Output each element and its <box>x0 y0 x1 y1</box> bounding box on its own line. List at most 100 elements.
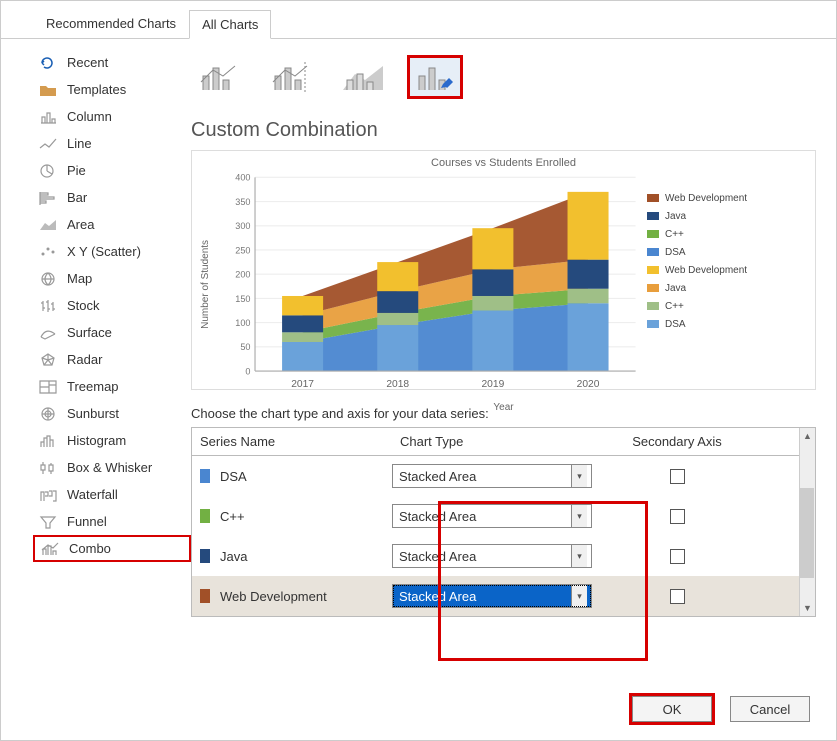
insert-chart-dialog: Recommended Charts All Charts Recent Tem… <box>0 0 837 741</box>
col-secondary-axis: Secondary Axis <box>612 428 742 455</box>
sidebar-item-bar[interactable]: Bar <box>33 184 191 211</box>
sidebar-item-label: Radar <box>67 352 102 367</box>
chevron-down-icon: ▾ <box>571 585 587 607</box>
combo-subtype-2[interactable] <box>263 55 319 99</box>
chart-type-value: Stacked Area <box>399 509 476 524</box>
column-icon <box>39 110 57 124</box>
sidebar-item-radar[interactable]: Radar <box>33 346 191 373</box>
chart-type-dropdown[interactable]: Stacked Area▾ <box>392 464 592 488</box>
folder-icon <box>39 83 57 97</box>
funnel-icon <box>39 515 57 529</box>
chart-plot: 0501001502002503003504002017201820192020 <box>214 169 647 400</box>
line-icon <box>39 137 57 151</box>
treemap-icon <box>39 380 57 394</box>
sidebar-item-label: Histogram <box>67 433 126 448</box>
sidebar-item-pie[interactable]: Pie <box>33 157 191 184</box>
sidebar-item-column[interactable]: Column <box>33 103 191 130</box>
secondary-axis-checkbox[interactable] <box>670 509 685 524</box>
sidebar-item-recent[interactable]: Recent <box>33 49 191 76</box>
chart-legend: Web DevelopmentJavaC++DSAWeb Development… <box>647 169 807 400</box>
grid-scrollbar[interactable]: ▲ ▼ <box>799 428 815 616</box>
tab-all-charts[interactable]: All Charts <box>189 10 271 39</box>
sidebar-item-templates[interactable]: Templates <box>33 76 191 103</box>
sidebar-item-waterfall[interactable]: Waterfall <box>33 481 191 508</box>
ok-button[interactable]: OK <box>632 696 712 722</box>
chart-type-value: Stacked Area <box>399 549 476 564</box>
svg-text:150: 150 <box>235 294 250 304</box>
svg-text:50: 50 <box>240 342 250 352</box>
subtype-heading: Custom Combination <box>191 119 816 142</box>
box-whisker-icon <box>39 461 57 475</box>
combo-subtype-row <box>191 49 816 107</box>
combo-icon <box>41 542 59 556</box>
sidebar-item-sunburst[interactable]: Sunburst <box>33 400 191 427</box>
sidebar-item-label: Box & Whisker <box>67 460 152 475</box>
pie-icon <box>39 164 57 178</box>
sidebar-item-label: Waterfall <box>67 487 118 502</box>
series-grid: Series Name Chart Type Secondary Axis DS… <box>191 427 816 617</box>
sidebar-item-scatter[interactable]: X Y (Scatter) <box>33 238 191 265</box>
svg-text:2020: 2020 <box>577 379 600 390</box>
chart-title: Courses vs Students Enrolled <box>200 157 807 169</box>
sidebar-item-map[interactable]: Map <box>33 265 191 292</box>
sidebar-item-label: Column <box>67 109 112 124</box>
scroll-thumb[interactable] <box>800 488 814 578</box>
sidebar-item-label: Recent <box>67 55 108 70</box>
recent-icon <box>39 56 57 70</box>
series-color-swatch <box>200 589 210 603</box>
waterfall-icon <box>39 488 57 502</box>
sidebar-item-surface[interactable]: Surface <box>33 319 191 346</box>
series-color-swatch <box>200 549 210 563</box>
chevron-down-icon: ▾ <box>571 465 587 487</box>
chart-category-sidebar: Recent Templates Column Line Pie Bar <box>1 39 191 669</box>
cancel-button[interactable]: Cancel <box>730 696 810 722</box>
series-row[interactable]: JavaStacked Area▾ <box>192 536 815 576</box>
sidebar-item-boxwhisker[interactable]: Box & Whisker <box>33 454 191 481</box>
sidebar-item-label: Surface <box>67 325 112 340</box>
series-row[interactable]: DSAStacked Area▾ <box>192 456 815 496</box>
sidebar-item-funnel[interactable]: Funnel <box>33 508 191 535</box>
series-instructions: Choose the chart type and axis for your … <box>191 406 816 421</box>
sidebar-item-label: Area <box>67 217 94 232</box>
svg-text:200: 200 <box>235 270 250 280</box>
sidebar-item-treemap[interactable]: Treemap <box>33 373 191 400</box>
sidebar-item-label: Pie <box>67 163 86 178</box>
secondary-axis-checkbox[interactable] <box>670 469 685 484</box>
sidebar-item-label: Treemap <box>67 379 119 394</box>
combo-subtype-1[interactable] <box>191 55 247 99</box>
sidebar-item-area[interactable]: Area <box>33 211 191 238</box>
series-color-swatch <box>200 509 210 523</box>
col-series-name: Series Name <box>192 428 392 455</box>
chart-preview: Courses vs Students Enrolled Number of S… <box>191 150 816 390</box>
sunburst-icon <box>39 407 57 421</box>
scroll-up-icon[interactable]: ▲ <box>800 428 816 444</box>
secondary-axis-checkbox[interactable] <box>670 549 685 564</box>
dialog-tabs: Recommended Charts All Charts <box>1 1 836 39</box>
sidebar-item-combo[interactable]: Combo <box>33 535 191 562</box>
sidebar-item-label: Combo <box>69 541 111 556</box>
series-row[interactable]: Web DevelopmentStacked Area▾ <box>192 576 815 616</box>
combo-subtype-3[interactable] <box>335 55 391 99</box>
scroll-down-icon[interactable]: ▼ <box>800 600 816 616</box>
sidebar-item-line[interactable]: Line <box>33 130 191 157</box>
secondary-axis-checkbox[interactable] <box>670 589 685 604</box>
sidebar-item-label: Stock <box>67 298 100 313</box>
svg-text:2019: 2019 <box>481 379 504 390</box>
chart-type-dropdown[interactable]: Stacked Area ▾ <box>392 584 592 608</box>
stock-icon <box>39 299 57 313</box>
scatter-icon <box>39 245 57 259</box>
svg-text:400: 400 <box>235 173 250 183</box>
svg-text:350: 350 <box>235 197 250 207</box>
chart-type-dropdown[interactable]: Stacked Area▾ <box>392 544 592 568</box>
surface-icon <box>39 326 57 340</box>
sidebar-item-histogram[interactable]: Histogram <box>33 427 191 454</box>
chevron-down-icon: ▾ <box>571 505 587 527</box>
chart-type-dropdown[interactable]: Stacked Area ▾ <box>392 504 592 528</box>
sidebar-item-label: Funnel <box>67 514 107 529</box>
series-row[interactable]: C++Stacked Area▾ <box>192 496 815 536</box>
sidebar-item-stock[interactable]: Stock <box>33 292 191 319</box>
svg-text:2017: 2017 <box>291 379 314 390</box>
tab-recommended[interactable]: Recommended Charts <box>33 9 189 38</box>
chart-type-value: Stacked Area <box>399 589 476 604</box>
combo-subtype-custom[interactable] <box>407 55 463 99</box>
